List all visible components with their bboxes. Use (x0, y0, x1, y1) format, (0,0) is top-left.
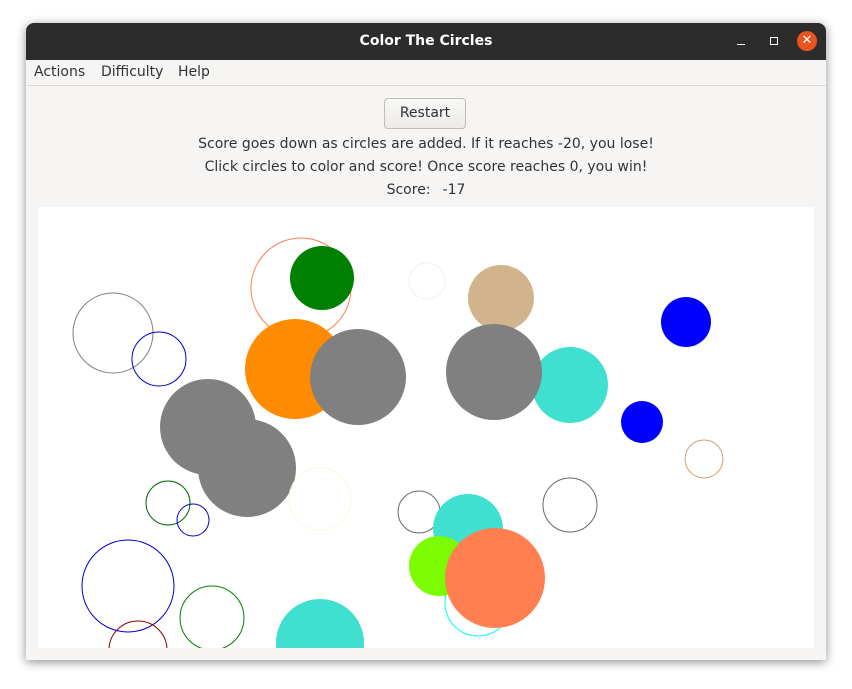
close-icon: ✕ (801, 33, 813, 48)
score-label: Score: (386, 182, 431, 198)
minimize-button[interactable] (731, 31, 751, 51)
circle-outline-tan[interactable] (684, 439, 724, 479)
circle-outline-gray[interactable] (542, 477, 598, 533)
circle-filled-turquoise[interactable] (276, 599, 364, 648)
circle-filled-gray[interactable] (310, 329, 406, 425)
circle-outline-faint[interactable] (408, 262, 446, 300)
menu-help[interactable]: Help (178, 60, 210, 85)
circle-outline-blue[interactable] (131, 331, 187, 387)
circle-filled-turquoise[interactable] (532, 347, 608, 423)
maximize-icon (770, 37, 778, 45)
circle-outline-darkgreen[interactable] (145, 480, 191, 526)
circle-filled-gray[interactable] (198, 419, 296, 517)
circle-outline-green[interactable] (179, 585, 245, 648)
game-canvas[interactable] (38, 207, 814, 648)
window-title: Color The Circles (359, 33, 493, 49)
circle-filled-tan[interactable] (468, 265, 534, 331)
circle-outline-gray[interactable] (72, 292, 154, 374)
app-window: Color The Circles ✕ Actions Difficulty H… (26, 23, 826, 660)
close-button[interactable]: ✕ (797, 31, 817, 51)
circle-filled-coral[interactable] (445, 528, 545, 628)
circle-outline-cream[interactable] (288, 467, 352, 531)
maximize-button[interactable] (764, 31, 784, 51)
score-display: Score: -17 (26, 182, 826, 198)
instruction-line-2: Click circles to color and score! Once s… (204, 159, 648, 175)
instruction-line-1: Score goes down as circles are added. If… (198, 136, 654, 152)
restart-button[interactable]: Restart (384, 98, 466, 129)
menu-bar: Actions Difficulty Help (26, 60, 826, 86)
circles-layer[interactable] (38, 207, 814, 648)
score-value: -17 (442, 182, 466, 198)
circle-filled-green[interactable] (290, 246, 354, 310)
title-bar[interactable]: Color The Circles ✕ (26, 23, 826, 60)
menu-difficulty[interactable]: Difficulty (101, 60, 163, 85)
circle-outline-darkred[interactable] (108, 620, 168, 648)
circle-filled-blue[interactable] (621, 401, 663, 443)
circle-filled-gray[interactable] (446, 324, 542, 420)
minimize-icon (737, 44, 745, 45)
menu-actions[interactable]: Actions (34, 60, 85, 85)
circle-outline-blue[interactable] (81, 539, 175, 633)
circle-filled-blue[interactable] (661, 297, 711, 347)
